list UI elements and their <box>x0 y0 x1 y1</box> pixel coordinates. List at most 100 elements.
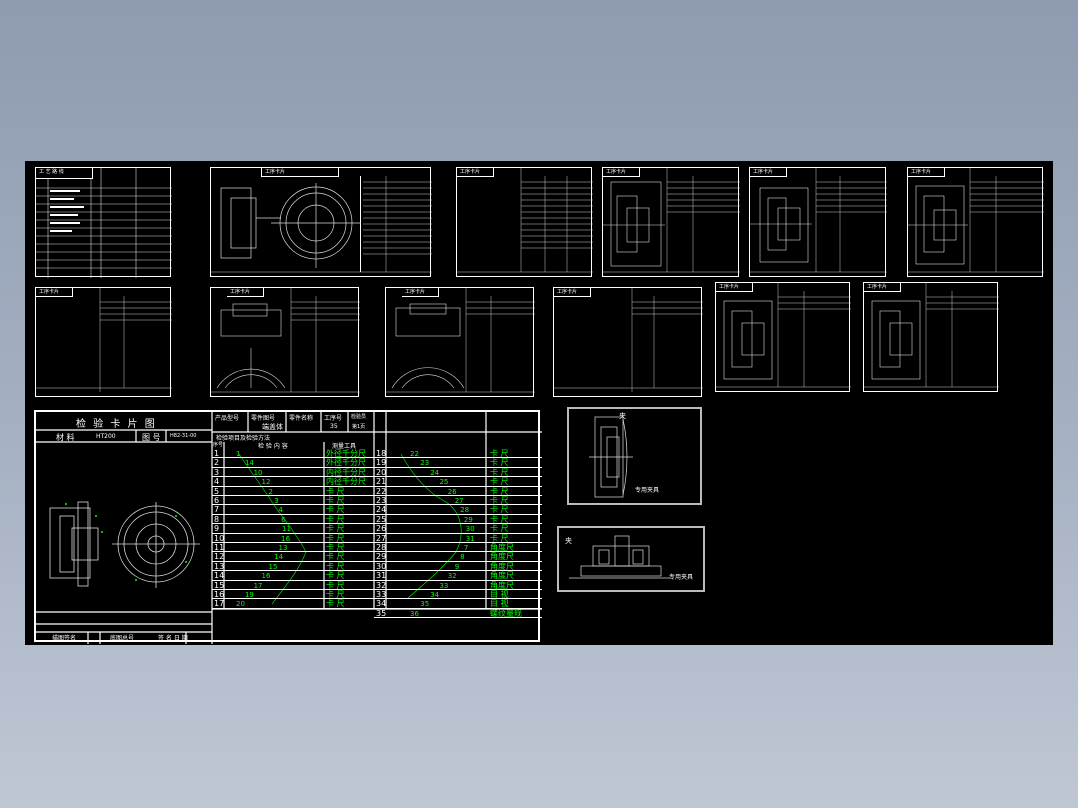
table-row: 32 33 角度尺 <box>374 581 542 590</box>
table-row: 28 7 角度尺 <box>374 543 542 553</box>
measure-tool: 卡 尺 <box>490 514 509 524</box>
table-row: 17 20 卡 尺 <box>212 599 374 609</box>
process-card-9: 工序卡片 <box>553 287 703 397</box>
material-value: HT200 <box>96 433 116 440</box>
dimension-callout: 17 <box>253 581 263 590</box>
row-number: 2 <box>214 458 220 468</box>
measure-tool: 卡 尺 <box>326 533 345 543</box>
process-card-4: 工序卡片 <box>749 167 887 277</box>
measure-tool: 卡 尺 <box>490 449 509 458</box>
dimension-callout: 2 <box>268 487 273 496</box>
card-title: 检 验 卡 片 图 <box>76 419 157 430</box>
row-number: 19 <box>376 458 387 468</box>
measure-tool: 角度尺 <box>490 571 514 581</box>
measure-tool: 卡 尺 <box>326 543 345 552</box>
measure-tool: 卡 尺 <box>326 496 345 505</box>
row-number: 14 <box>214 571 225 581</box>
measure-tool: 卡 尺 <box>490 505 509 515</box>
table-row: 7 4 卡 尺 <box>212 505 374 515</box>
table-row: 25 29 卡 尺 <box>374 514 542 525</box>
process-card-10: 工序卡片 <box>715 282 851 392</box>
dimension-callout: 23 <box>420 459 430 468</box>
table-row: 20 24 卡 尺 <box>374 468 542 478</box>
fixture-drawing-1: 夹 专用夹具 <box>567 407 702 505</box>
dimension-callout: 6 <box>281 515 286 524</box>
row-number: 12 <box>214 552 225 562</box>
part-drawing <box>386 288 535 393</box>
measure-tool: 角度尺 <box>490 543 514 552</box>
measure-tool: 外径千分尺 <box>326 458 366 468</box>
measure-tool: 角度尺 <box>490 561 514 571</box>
row-number: 33 <box>376 590 387 599</box>
part-section-drawing <box>716 283 851 388</box>
row-number: 34 <box>376 599 387 609</box>
dimension-callout: 25 <box>439 478 449 487</box>
dimension-callout: 35 <box>420 600 430 609</box>
measure-tool: 卡 尺 <box>490 496 509 505</box>
table-lines <box>554 288 703 392</box>
route-table-lines <box>36 168 172 278</box>
dimension-callout: 19 <box>244 591 254 599</box>
row-number: 5 <box>214 486 220 496</box>
measure-tool: 卡 尺 <box>326 524 345 534</box>
footer-sign-date: 签 名 日 期 <box>158 635 188 642</box>
table-row: 8 6 卡 尺 <box>212 514 374 525</box>
row-number: 9 <box>214 524 220 534</box>
dimension-callout: 29 <box>463 515 473 524</box>
dimension-callout: 28 <box>460 506 470 515</box>
table-row: 18 22 卡 尺 <box>374 449 542 459</box>
part-drawing <box>211 288 360 393</box>
process-card-3: 工序卡片 <box>602 167 740 277</box>
table-row: 15 17 卡 尺 <box>212 581 374 590</box>
hdr-part-no: 零件图号 <box>251 415 276 422</box>
table-row: 31 32 角度尺 <box>374 571 542 581</box>
measure-tool: 卡 尺 <box>490 486 509 496</box>
row-number: 22 <box>376 486 387 496</box>
dimension-callout: 7 <box>463 544 469 552</box>
row-number: 6 <box>214 496 220 505</box>
table-row: 12 14 卡 尺 <box>212 552 374 562</box>
dimension-callout: 11 <box>282 525 291 534</box>
row-number: 15 <box>214 580 225 590</box>
row-number: 4 <box>214 477 220 487</box>
row-number: 24 <box>376 505 387 515</box>
part-section-drawing <box>864 283 999 388</box>
measure-tool: 卡 尺 <box>326 514 345 524</box>
process-card-11: 工序卡片 <box>863 282 999 392</box>
dimension-callout: 8 <box>460 553 465 562</box>
dimension-callout: 9 <box>454 562 460 571</box>
hdr-inspector: 检验员 <box>351 414 367 420</box>
table-lines <box>36 288 172 392</box>
table-row: 5 2 卡 尺 <box>212 487 374 496</box>
table-row: 4 12 内径千分尺 <box>212 477 374 487</box>
dimension-callout: 20 <box>236 600 245 609</box>
dimension-callout: 31 <box>465 534 475 543</box>
flange-drawing <box>211 176 432 273</box>
measure-tool: 卡 尺 <box>326 561 345 571</box>
table-row: 1 1 外径千分尺 <box>212 449 374 459</box>
dimension-callout: 16 <box>281 534 291 543</box>
op-no-value: 35 <box>330 423 338 430</box>
part-value: H82-31-00 <box>170 433 197 439</box>
table-row: 13 15 卡 尺 <box>212 561 374 572</box>
fixture-2-caption: 专用夹具 <box>669 574 694 581</box>
row-number: 10 <box>214 533 225 543</box>
measure-tool: 卡 尺 <box>326 580 345 590</box>
measure-tool: 卡 尺 <box>326 505 345 515</box>
dimension-callout: 10 <box>253 468 263 477</box>
dimension-callout: 26 <box>447 487 457 496</box>
process-card-1: 工序卡片 <box>210 167 432 277</box>
process-card-8: 工序卡片 <box>385 287 535 397</box>
table-row: 23 27 卡 尺 <box>374 496 542 506</box>
dimension-callout: 32 <box>447 572 457 581</box>
row-number: 11 <box>214 543 225 552</box>
measure-tool: 内径千分尺 <box>326 477 366 487</box>
table-row: 6 3 卡 尺 <box>212 496 374 506</box>
row-number: 18 <box>376 449 387 458</box>
hdr-op-no: 工序号 <box>324 415 343 422</box>
part-section-drawing <box>908 168 1044 273</box>
fixture-1-caption: 专用夹具 <box>635 487 660 494</box>
dimension-callout: 16 <box>261 572 271 581</box>
footer-base-no: 底图总号 <box>110 635 135 642</box>
table-row: 33 34 目 视 <box>374 590 542 600</box>
